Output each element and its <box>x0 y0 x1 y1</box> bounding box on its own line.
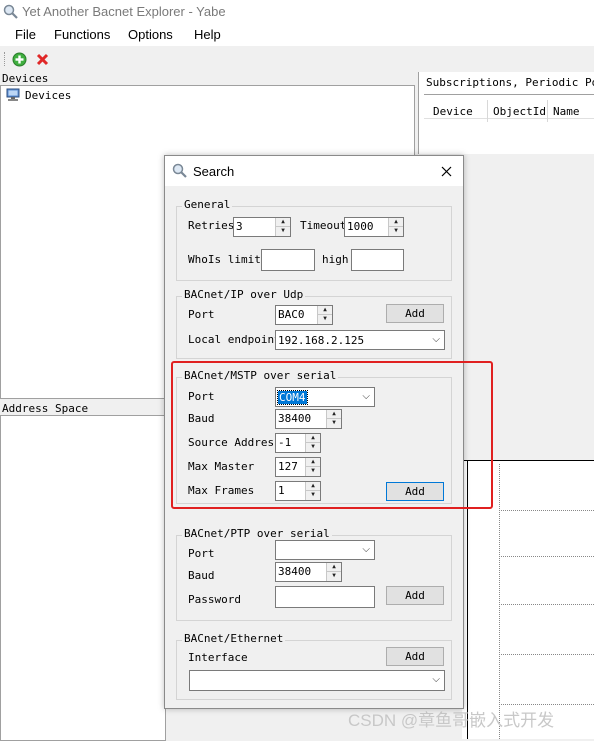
ptp-baud-label: Baud <box>188 569 215 582</box>
chevron-down-icon: ⌵ <box>362 544 370 555</box>
chevron-down-icon: ⌵ <box>432 674 440 685</box>
password-input[interactable] <box>275 586 375 608</box>
magnifier-icon <box>3 4 18 19</box>
retries-label: Retries <box>188 219 235 232</box>
ethernet-add-button[interactable]: Add <box>386 647 444 666</box>
address-space-header: Address Space <box>2 402 89 415</box>
timeout-spinner[interactable]: 1000 ▲ ▼ <box>344 217 404 237</box>
subscriptions-panel: Subscriptions, Periodic Poll Device Obje… <box>418 72 594 154</box>
spin-down-icon[interactable]: ▼ <box>276 227 290 236</box>
divider <box>424 94 594 95</box>
watermark: CSDN @章鱼哥嵌入式开发 <box>348 711 555 730</box>
local-endpoint-select[interactable]: 192.168.2.125 ⌵ <box>275 330 445 350</box>
devices-header: Devices <box>2 72 49 85</box>
network-computer-icon <box>6 88 20 101</box>
spin-down-icon[interactable]: ▼ <box>318 315 332 324</box>
menu-help[interactable]: Help <box>194 27 221 42</box>
whois-high-input[interactable] <box>351 249 404 271</box>
ptp-baud-spinner[interactable]: 38400 ▲ ▼ <box>275 562 342 582</box>
highlight-frame <box>171 361 493 509</box>
column-device[interactable]: Device <box>433 105 473 118</box>
ptp-port-select[interactable]: ⌵ <box>275 540 375 560</box>
window-title: Yet Another Bacnet Explorer - Yabe <box>22 4 226 19</box>
remove-device-icon[interactable] <box>35 52 50 67</box>
spin-down-icon[interactable]: ▼ <box>327 572 341 581</box>
timeout-label: Timeout <box>300 219 347 232</box>
spin-up-icon[interactable]: ▲ <box>318 306 332 315</box>
whois-low-input[interactable] <box>261 249 315 271</box>
local-endpoint-label: Local endpoint <box>188 333 281 346</box>
spin-up-icon[interactable]: ▲ <box>276 218 290 227</box>
dialog-title-bar: Search <box>165 156 463 186</box>
subscriptions-header: Subscriptions, Periodic Poll <box>426 76 594 89</box>
toolbar-grip <box>4 52 7 66</box>
menu-bar: File Functions Options Help <box>0 24 594 46</box>
close-icon[interactable] <box>441 166 452 177</box>
menu-options[interactable]: Options <box>128 27 173 42</box>
menu-file[interactable]: File <box>15 27 36 42</box>
whois-limit-label: WhoIs limit l <box>188 253 262 266</box>
dialog-title: Search <box>193 164 235 179</box>
retries-spinner[interactable]: 3 ▲ ▼ <box>233 217 291 237</box>
menu-functions[interactable]: Functions <box>54 27 110 42</box>
ptp-group-title: BACnet/PTP over serial <box>182 527 332 540</box>
devices-tree-root[interactable]: Devices <box>25 89 71 102</box>
chevron-down-icon: ⌵ <box>432 334 440 345</box>
column-objectid[interactable]: ObjectId <box>493 105 546 118</box>
general-group-title: General <box>182 198 233 211</box>
ptp-add-button[interactable]: Add <box>386 586 444 605</box>
ethernet-group-title: BACnet/Ethernet <box>182 632 286 645</box>
ip-port-label: Port <box>188 308 215 321</box>
address-space-tree[interactable] <box>0 415 166 741</box>
ptp-port-label: Port <box>188 547 215 560</box>
password-label: Password <box>188 593 241 606</box>
high-label: high <box>322 253 349 266</box>
spin-down-icon[interactable]: ▼ <box>389 227 403 236</box>
interface-select[interactable]: ⌵ <box>189 670 445 691</box>
column-name[interactable]: Name <box>553 105 580 118</box>
spin-up-icon[interactable]: ▲ <box>327 563 341 572</box>
magnifier-icon <box>172 163 187 178</box>
interface-label: Interface <box>188 651 248 664</box>
spin-up-icon[interactable]: ▲ <box>389 218 403 227</box>
ip-add-button[interactable]: Add <box>386 304 444 323</box>
add-device-icon[interactable] <box>12 52 27 67</box>
ip-group-title: BACnet/IP over Udp <box>182 288 306 301</box>
ip-port-spinner[interactable]: BAC0 ▲ ▼ <box>275 305 333 325</box>
title-bar: Yet Another Bacnet Explorer - Yabe <box>0 0 594 24</box>
subscriptions-column-headers: Device ObjectId Name <box>424 96 594 122</box>
toolbar <box>0 46 594 72</box>
